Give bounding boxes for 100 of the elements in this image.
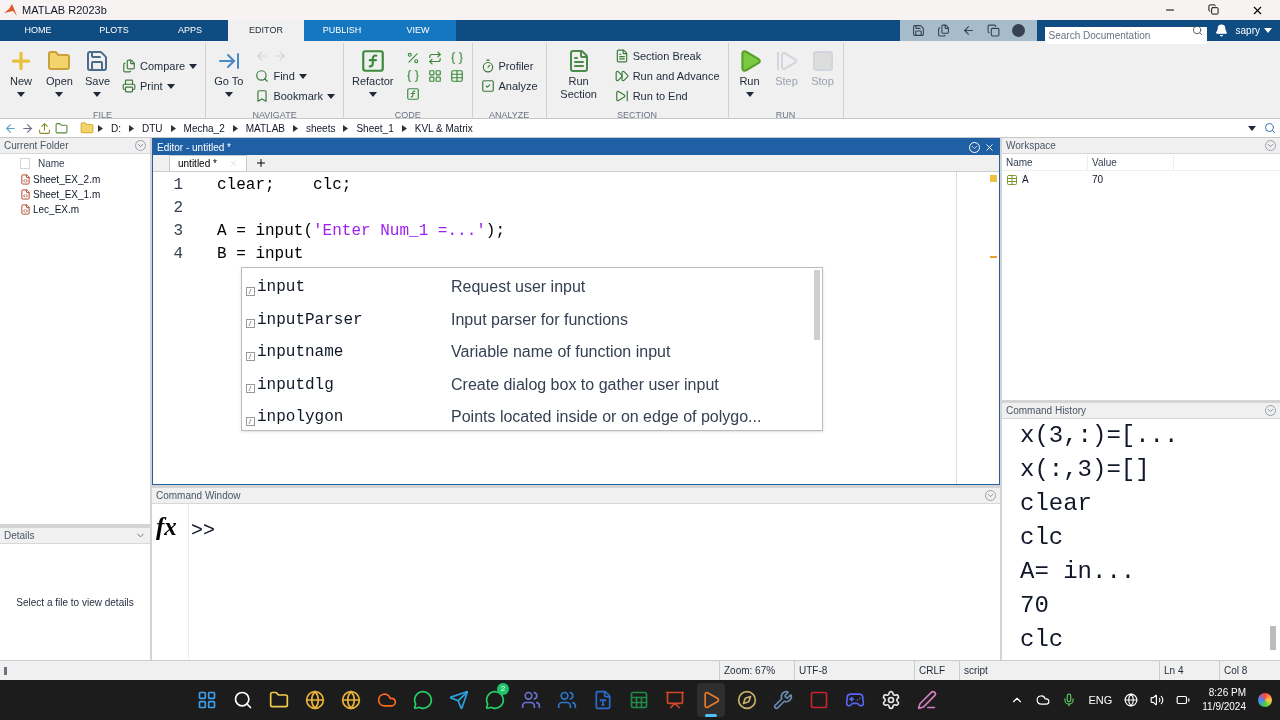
- history-entry[interactable]: clc: [1020, 623, 1270, 657]
- ribbon-button[interactable]: Go To: [210, 43, 248, 109]
- path-segment[interactable]: MATLAB: [241, 120, 289, 136]
- ribbon-button[interactable]: Run and Advance: [614, 66, 720, 86]
- code-tool-icon[interactable]: [427, 51, 442, 65]
- code-text: clear; clc;: [217, 175, 352, 196]
- active-indicator: [705, 714, 717, 717]
- stop-icon: [810, 49, 835, 73]
- history-entry[interactable]: clc: [1020, 521, 1270, 555]
- history-entry[interactable]: clear: [1020, 487, 1270, 521]
- ribbon-button[interactable]: Find: [255, 66, 335, 86]
- file-item[interactable]: Sheet_EX_2.m: [0, 172, 150, 187]
- forward-icon[interactable]: [21, 121, 34, 135]
- variable-row[interactable]: A 70: [1002, 171, 1280, 188]
- clock-time[interactable]: 8:26 PM: [1208, 686, 1246, 700]
- code-tool-icon[interactable]: [427, 69, 442, 83]
- microphone-icon[interactable]: [1062, 693, 1077, 707]
- ribbon-button[interactable]: Refactor: [347, 43, 398, 109]
- back-icon[interactable]: [4, 121, 17, 135]
- ribbon-button[interactable]: Save: [80, 43, 114, 109]
- code-tool-icon[interactable]: [449, 69, 464, 83]
- script-file-icon: [20, 204, 31, 215]
- file-item[interactable]: Lec_EX.m: [0, 202, 150, 217]
- column-header[interactable]: Value: [1088, 154, 1174, 170]
- ribbon-button[interactable]: Bookmark: [255, 86, 335, 106]
- caret-icon: [368, 92, 377, 97]
- separator-arrow-icon: [293, 124, 298, 132]
- ribbon-tab[interactable]: PLOTS: [76, 20, 152, 41]
- panel-title: Details: [4, 529, 35, 543]
- restore-icon[interactable]: [1208, 3, 1219, 15]
- scrollbar-thumb[interactable]: [1270, 626, 1276, 650]
- code-tool-icon[interactable]: [405, 87, 420, 101]
- printer-icon: [122, 79, 136, 93]
- ribbon-button[interactable]: Analyze: [480, 76, 538, 96]
- pen-icon: [917, 690, 937, 710]
- browse-icon[interactable]: [55, 121, 68, 135]
- panel-title: Command History: [1006, 404, 1087, 418]
- caret-icon: [745, 92, 754, 97]
- path-segment[interactable]: Mecha_2: [179, 120, 229, 136]
- code-tool-icon[interactable]: [449, 51, 464, 65]
- checkbox[interactable]: [20, 157, 30, 169]
- path-segment[interactable]: KVL & Matrix: [410, 120, 477, 136]
- clipboard-icon[interactable]: [936, 24, 950, 37]
- user-menu[interactable]: sapry: [1235, 23, 1280, 38]
- code-tool-icon[interactable]: [405, 51, 420, 65]
- search-icon: [233, 690, 253, 710]
- ribbon-button[interactable]: Run Section: [550, 43, 607, 109]
- peak-icon: [701, 690, 721, 710]
- history-entry[interactable]: x(3,:)=[...: [1020, 419, 1270, 453]
- column-header[interactable]: Name: [1002, 154, 1088, 170]
- gamepad-icon: [845, 690, 865, 710]
- history-entry[interactable]: 70: [1020, 589, 1270, 623]
- new-tab-icon[interactable]: [254, 157, 267, 169]
- globe-icon[interactable]: [1124, 693, 1139, 707]
- suggestion-item[interactable]: input Request user input: [242, 271, 814, 304]
- search-field[interactable]: Search Documentation: [1044, 27, 1207, 44]
- save-icon[interactable]: [911, 24, 925, 37]
- language-indicator[interactable]: ENG: [1088, 691, 1113, 709]
- ribbon-button[interactable]: Open: [42, 43, 77, 109]
- ribbon-button[interactable]: Run to End: [614, 86, 720, 106]
- scrollbar-thumb[interactable]: [814, 270, 820, 340]
- caret-icon: [1248, 125, 1256, 131]
- path-segment[interactable]: D:: [107, 120, 125, 136]
- fast-forward-icon: [614, 69, 629, 83]
- volume-icon[interactable]: [1150, 693, 1165, 707]
- files-icon: [122, 59, 136, 73]
- suggestion-item[interactable]: inputname Variable name of function input: [242, 336, 814, 369]
- ribbon-button[interactable]: Compare: [122, 56, 198, 76]
- color-wheel-icon[interactable]: [1258, 693, 1272, 707]
- battery-icon[interactable]: [1176, 693, 1191, 707]
- code-tool-icon[interactable]: [405, 69, 420, 83]
- column-header[interactable]: Name: [38, 155, 65, 171]
- suggestion-item[interactable]: inpolygon Points located inside or on edge of polygo...: [242, 401, 814, 434]
- clock-date[interactable]: 11/9/2024: [1202, 700, 1246, 714]
- cloud-icon[interactable]: [1036, 693, 1051, 707]
- ribbon-tab[interactable]: EDITOR: [228, 20, 304, 41]
- ribbon-button[interactable]: Profiler: [480, 56, 538, 76]
- path-segment[interactable]: Sheet_1: [352, 120, 398, 136]
- windows-icon[interactable]: [986, 24, 1000, 37]
- up-folder-icon[interactable]: [38, 121, 51, 135]
- ribbon-tab[interactable]: HOME: [0, 20, 76, 41]
- undo-icon[interactable]: [961, 24, 975, 37]
- ribbon-tab[interactable]: APPS: [152, 20, 228, 41]
- history-entry[interactable]: A= in...: [1020, 555, 1270, 589]
- taskbar-button[interactable]: [697, 683, 725, 717]
- ribbon-button[interactable]: Section Break: [614, 46, 720, 66]
- path-segment[interactable]: DTU: [138, 120, 167, 136]
- file-item[interactable]: Sheet_EX_1.m: [0, 187, 150, 202]
- suggestion-item[interactable]: inputParser Input parser for functions: [242, 303, 814, 336]
- separator-arrow-icon: [170, 124, 176, 132]
- path-segment[interactable]: sheets: [302, 120, 340, 136]
- bell-icon[interactable]: [1214, 24, 1228, 37]
- ribbon-button[interactable]: New: [4, 43, 38, 109]
- history-entry[interactable]: x(:,3)=[]: [1020, 453, 1270, 487]
- document-tab[interactable]: untitled *: [169, 155, 247, 171]
- ribbon-button[interactable]: Run: [732, 43, 767, 109]
- ribbon-button[interactable]: Print: [122, 76, 198, 96]
- search-icon[interactable]: [1264, 122, 1276, 134]
- suggestion-item[interactable]: inputdlg Create dialog box to gather user input: [242, 368, 814, 401]
- function-browser-button[interactable]: fx: [156, 513, 177, 540]
